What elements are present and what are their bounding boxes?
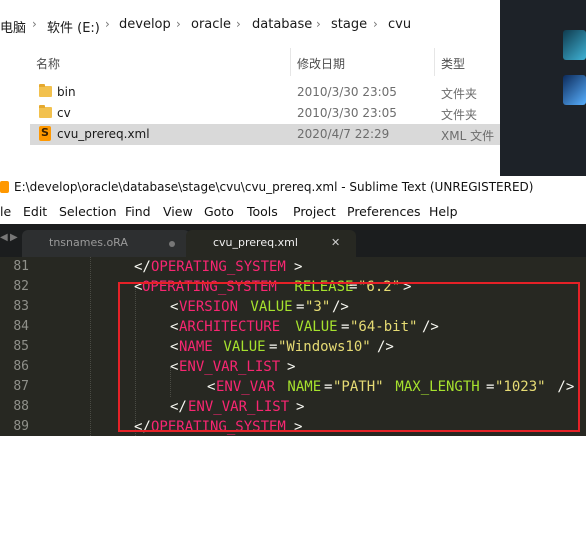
file-name: bin [57,85,76,99]
menu-file[interactable]: le [0,204,11,219]
file-row-bin[interactable]: bin 2010/3/30 23:05 文件夹 [30,82,500,103]
line-number: 81 [13,259,29,274]
line-number: 82 [13,279,29,294]
menu-bar: le Edit Selection Find View Goto Tools P… [0,200,586,222]
file-name: cvu_prereq.xml [57,127,150,141]
file-explorer-window: 电脑 › 软件 (E:) › develop › oracle › databa… [0,0,500,175]
desktop-thumbnail[interactable] [563,30,586,60]
breadcrumb-oracle[interactable]: oracle [191,17,231,32]
desktop-thumbnail[interactable] [563,75,586,105]
breadcrumb-cvu[interactable]: cvu [388,17,411,32]
tab-nav-right-icon[interactable]: ▶ [10,232,18,243]
unsaved-dot-icon [169,241,175,247]
breadcrumb[interactable]: 电脑 › 软件 (E:) › develop › oracle › databa… [0,8,500,42]
tab-tnsnames[interactable]: tnsnames.oRA [22,230,190,257]
file-modified: 2020/4/7 22:29 [297,127,390,141]
breadcrumb-separator: › [176,17,181,31]
file-name: cv [57,106,71,120]
tab-close-icon[interactable]: ✕ [331,236,340,249]
breadcrumb-separator: › [105,17,110,31]
desktop-background [500,0,586,178]
sublime-app-icon [0,181,9,193]
code-line: </ OPERATING_SYSTEM > [58,259,586,279]
highlight-annotation-box [118,282,580,432]
window-title: E:\develop\oracle\database\stage\cvu\cvu… [14,180,534,194]
line-number: 88 [13,399,29,414]
tab-label: tnsnames.oRA [49,236,128,249]
menu-help[interactable]: Help [429,204,458,219]
menu-edit[interactable]: Edit [23,204,47,219]
sublime-file-icon [39,126,51,141]
menu-find[interactable]: Find [125,204,151,219]
line-number: 89 [13,419,29,434]
token: </ [134,259,151,275]
breadcrumb-database[interactable]: database [252,17,312,32]
folder-icon [39,105,52,118]
tab-nav-left-icon[interactable]: ◀ [0,232,8,243]
breadcrumb-stage[interactable]: stage [331,17,367,32]
column-header: 名称 修改日期 类型 [0,48,500,76]
line-number: 86 [13,359,29,374]
breadcrumb-develop[interactable]: develop [119,17,171,32]
file-row-cv[interactable]: cv 2010/3/30 23:05 文件夹 [30,103,500,124]
line-number: 85 [13,339,29,354]
file-type: 文件夹 [441,108,478,122]
token: OPERATING_SYSTEM [151,259,286,275]
breadcrumb-separator: › [316,17,321,31]
file-row-cvu-prereq[interactable]: cvu_prereq.xml 2020/4/7 22:29 XML 文件 [30,124,500,145]
breadcrumb-separator: › [32,17,37,31]
menu-preferences[interactable]: Preferences [347,204,421,219]
column-modified[interactable]: 修改日期 [297,55,345,72]
file-modified: 2010/3/30 23:05 [297,85,397,99]
menu-view[interactable]: View [163,204,193,219]
line-number: 87 [13,379,29,394]
tab-label: cvu_prereq.xml [213,236,298,249]
menu-tools[interactable]: Tools [247,204,278,219]
file-type: XML 文件 [441,129,495,143]
tab-bar: ◀ ▶ tnsnames.oRA cvu_prereq.xml ✕ [0,224,586,257]
breadcrumb-separator: › [373,17,378,31]
column-type[interactable]: 类型 [441,55,465,72]
column-name[interactable]: 名称 [36,55,60,72]
file-modified: 2010/3/30 23:05 [297,106,397,120]
breadcrumb-root[interactable]: 电脑 [0,17,26,36]
breadcrumb-separator: › [236,17,241,31]
folder-icon [39,84,52,97]
tab-cvu-prereq[interactable]: cvu_prereq.xml ✕ [186,230,356,257]
line-number: 83 [13,299,29,314]
menu-selection[interactable]: Selection [59,204,117,219]
line-number: 84 [13,319,29,334]
sublime-title-bar: E:\develop\oracle\database\stage\cvu\cvu… [0,176,586,198]
breadcrumb-drive[interactable]: 软件 (E:) [47,17,100,36]
file-type: 文件夹 [441,87,478,101]
menu-goto[interactable]: Goto [204,204,234,219]
menu-project[interactable]: Project [293,204,336,219]
token: > [294,259,303,275]
